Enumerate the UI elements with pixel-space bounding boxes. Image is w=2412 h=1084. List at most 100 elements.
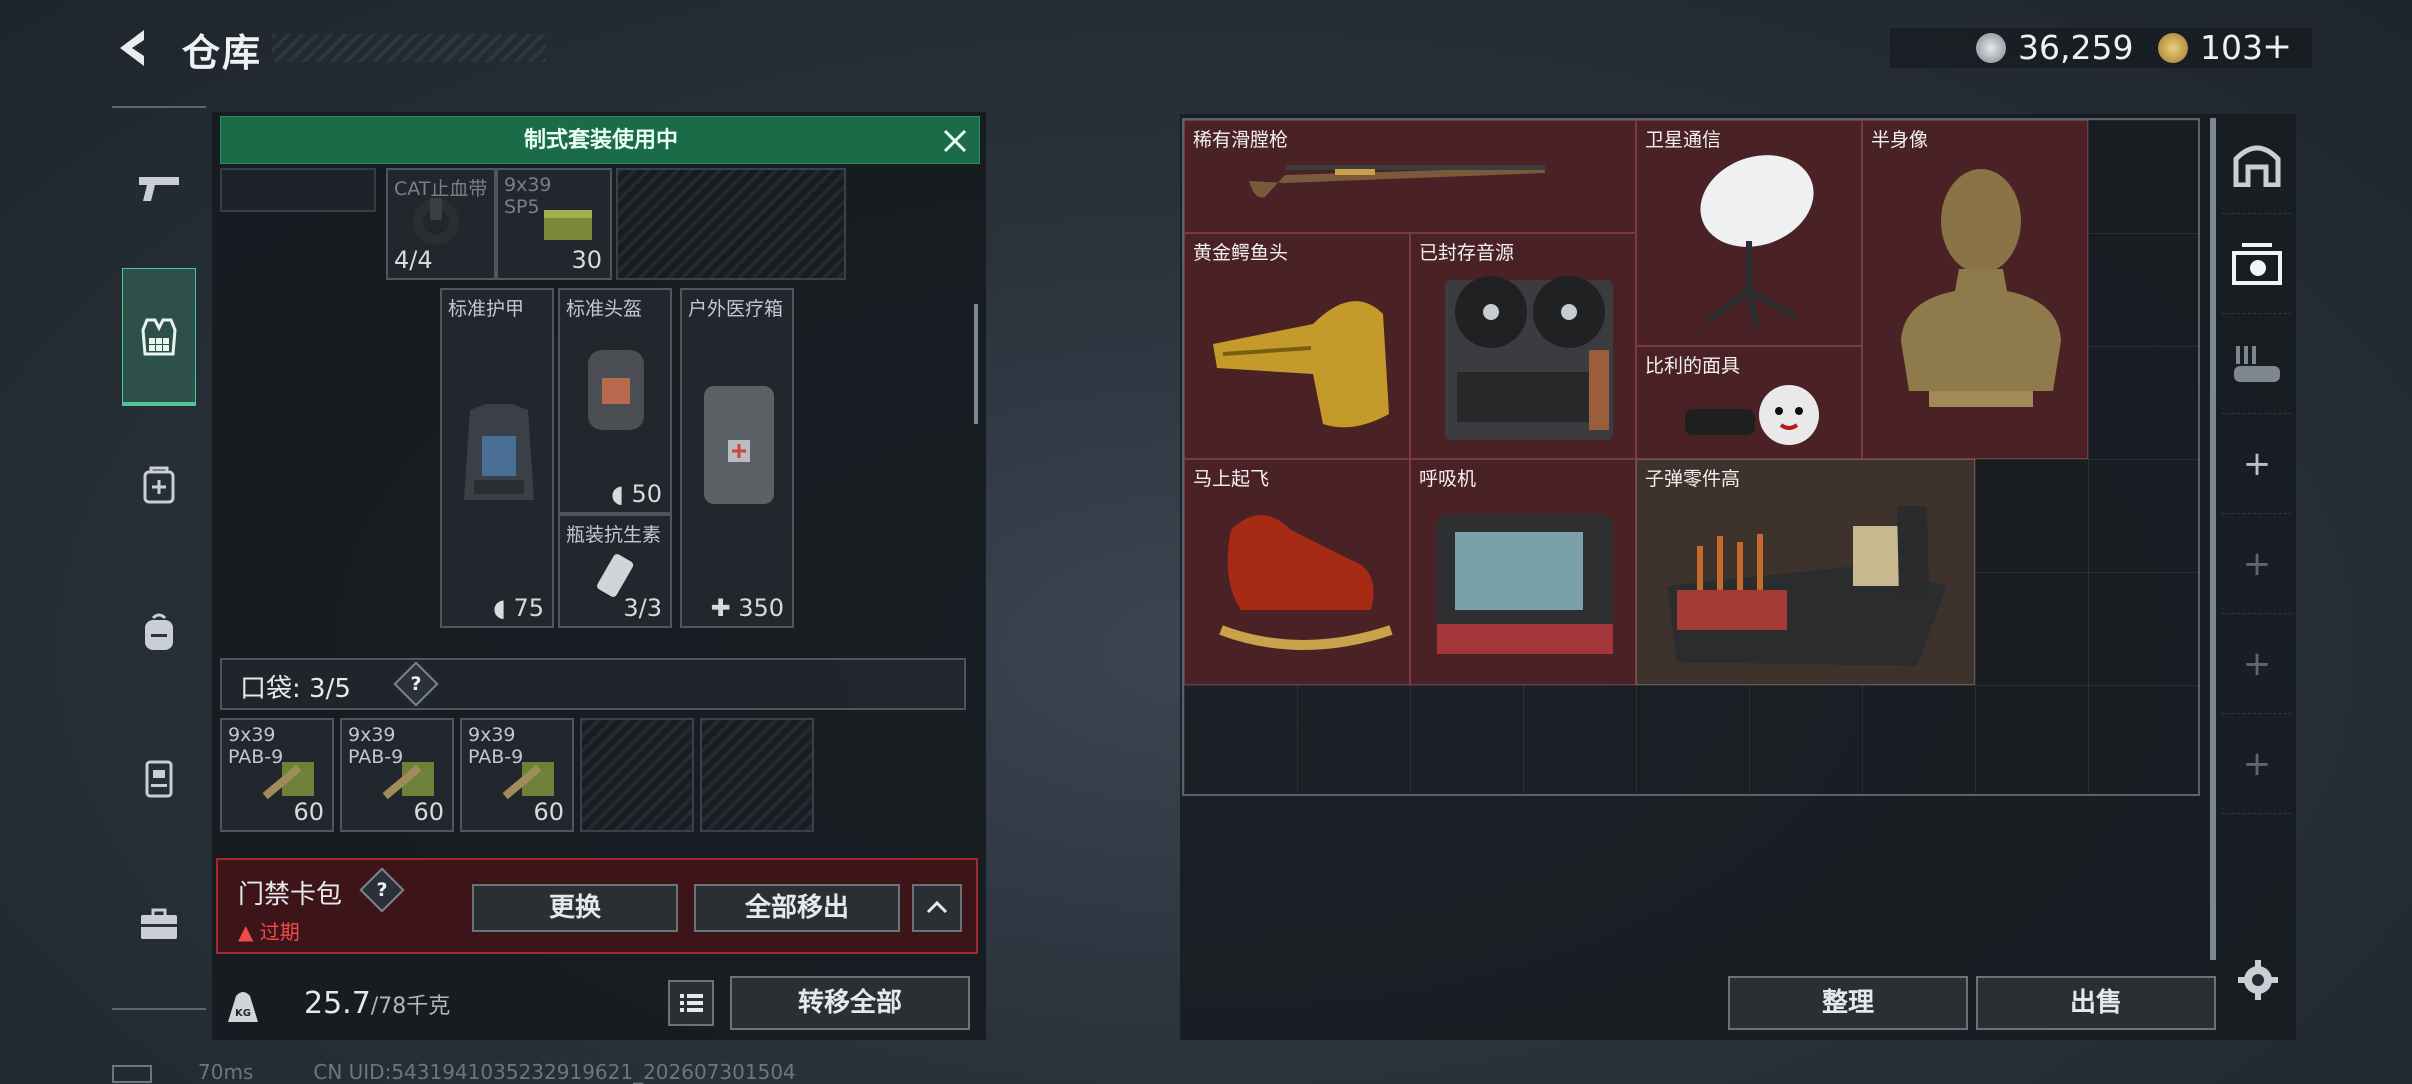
tab-stash-main[interactable] — [2222, 114, 2292, 214]
slot-label: 9x39 — [348, 724, 396, 746]
partial-slot[interactable] — [220, 168, 376, 212]
stash-item[interactable]: 半身像 — [1862, 120, 2088, 459]
nav-weapons[interactable] — [122, 148, 196, 228]
armor-vest-icon — [464, 404, 534, 500]
slot-value: 3/3 — [623, 594, 662, 622]
weight-readout: 25.7/78千克 — [304, 986, 450, 1021]
tab-add-3[interactable]: + — [2222, 614, 2292, 714]
gear-slot-tourniquet[interactable]: CAT止血带 4/4 — [386, 168, 496, 280]
expand-button[interactable] — [912, 884, 962, 932]
sort-button[interactable]: 整理 — [1728, 976, 1968, 1030]
pocket-item-ammo[interactable]: 9x39 PAB-9 60 — [340, 718, 454, 832]
tab-add-4[interactable]: + — [2222, 714, 2292, 814]
helmet-value: 50 — [631, 480, 662, 508]
pocket-item-ammo[interactable]: 9x39 PAB-9 60 — [460, 718, 574, 832]
backpack-icon — [145, 613, 173, 650]
keycard-pack-panel: 门禁卡包 ? ▲ 过期 更换 全部移出 — [216, 858, 978, 954]
back-arrow-icon[interactable] — [112, 26, 156, 70]
satellite-dish-icon — [1700, 155, 1814, 328]
ventilator-icon — [1437, 514, 1613, 654]
gear-icon[interactable] — [2236, 958, 2280, 1002]
item-name: 马上起飞 — [1193, 468, 1270, 490]
empty-slot[interactable] — [616, 168, 846, 280]
stash-item[interactable]: 马上起飞 — [1184, 459, 1410, 685]
list-icon — [680, 994, 703, 1012]
stash-item[interactable]: 黄金鳄鱼头 — [1184, 233, 1410, 459]
slot-value: 4/4 — [394, 246, 433, 274]
battery-icon — [112, 1064, 152, 1083]
slot-value: 60 — [293, 798, 324, 826]
list-view-button[interactable] — [668, 980, 714, 1026]
gear-slot-helmet[interactable]: 标准头盔 ◖ 50 — [558, 288, 672, 514]
tab-add-2[interactable]: + — [2222, 514, 2292, 614]
slot-value: 60 — [413, 798, 444, 826]
left-category-nav — [112, 106, 206, 1010]
rocking-horse-icon — [1219, 515, 1393, 650]
gear-slot-antibiotics[interactable]: 瓶装抗生素 3/3 — [558, 514, 672, 628]
plus-icon: + — [2242, 743, 2272, 784]
plus-icon: + — [2242, 643, 2272, 684]
tourniquet-icon — [413, 198, 459, 245]
nav-medical[interactable] — [122, 444, 196, 524]
slot-value: ◖ 75 — [493, 594, 544, 622]
sell-button[interactable]: 出售 — [1976, 976, 2216, 1030]
stash-item[interactable]: 卫星通信 — [1636, 120, 1862, 346]
slot-label: 瓶装抗生素 — [566, 524, 662, 546]
chevron-up-icon — [926, 900, 948, 914]
pistol-icon — [139, 177, 179, 201]
stash-scrollbar[interactable] — [2210, 118, 2216, 960]
status-bar: 70ms CN UID:5431941035232919621_202607301… — [112, 1060, 796, 1084]
tab-vehicles[interactable] — [2222, 314, 2292, 414]
stash-item[interactable]: 子弹零件高 — [1636, 459, 1975, 685]
close-icon[interactable] — [939, 125, 971, 157]
nav-gear[interactable] — [122, 268, 196, 406]
vest-icon — [141, 318, 177, 355]
slot-sub-label: SP5 — [504, 196, 540, 218]
slot-label: 标准护甲 — [448, 298, 525, 320]
slot-value: ✚ 350 — [710, 594, 784, 622]
loadout-scrollbar[interactable] — [974, 304, 978, 424]
slot-label: 9x39 — [468, 724, 516, 746]
remove-all-button[interactable]: 全部移出 — [694, 884, 900, 932]
stash-item[interactable]: 呼吸机 — [1410, 459, 1636, 685]
pocket-help-button[interactable]: ? — [393, 661, 439, 707]
nav-toolbox[interactable] — [122, 884, 196, 964]
banner-text: 制式套装使用中 — [523, 128, 678, 153]
tab-collectibles[interactable] — [2222, 214, 2292, 314]
vault-icon — [2233, 145, 2281, 187]
keycard-help-button[interactable]: ? — [359, 867, 405, 913]
pocket-count: 3/5 — [309, 674, 351, 704]
currency-gold-value: 103 — [2200, 28, 2263, 67]
help-glyph: ? — [376, 879, 388, 901]
stash-grid: 稀有滑膛枪 卫星通信 半身像 黄金鳄鱼头 已封存音源 比利的面具 马上起飞 呼吸… — [1182, 118, 2200, 796]
stash-item[interactable]: 比利的面具 — [1636, 346, 1862, 459]
puppet-doll-icon — [1685, 385, 1819, 445]
medkit-value: 350 — [738, 594, 784, 622]
stash-item[interactable]: 已封存音源 — [1410, 233, 1636, 459]
plus-icon: + — [2242, 443, 2272, 484]
svg-text:KG: KG — [235, 1008, 251, 1019]
stash-item[interactable]: 稀有滑膛枪 — [1184, 120, 1636, 233]
pocket-empty-slot[interactable] — [700, 718, 814, 832]
tab-add-1[interactable]: + — [2222, 414, 2292, 514]
slot-value: 30 — [571, 246, 602, 274]
bust-statue-icon — [1901, 169, 2061, 407]
currency-silver-value: 36,259 — [2018, 28, 2134, 67]
gear-slot-armor[interactable]: 标准护甲 ◖ 75 — [440, 288, 554, 628]
slot-label: 标准头盔 — [566, 298, 643, 320]
nav-container[interactable] — [122, 738, 196, 818]
gear-slot-ammo-sp5[interactable]: 9x39 SP5 30 — [496, 168, 612, 280]
ammo-box-icon — [544, 210, 592, 240]
nav-backpack[interactable] — [122, 592, 196, 672]
stash-tab-nav: + + + + — [2222, 114, 2292, 974]
add-currency-button[interactable]: + — [2262, 26, 2292, 67]
musket-icon — [1249, 165, 1545, 198]
gear-slot-medkit[interactable]: 户外医疗箱 ✚ 350 — [680, 288, 794, 628]
uid-text: CN UID:5431941035232919621_202607301504 — [313, 1060, 796, 1084]
replace-button[interactable]: 更换 — [472, 884, 678, 932]
weight-kg-icon: KG — [228, 992, 258, 1022]
transfer-all-button[interactable]: 转移全部 — [730, 976, 970, 1030]
pocket-empty-slot[interactable] — [580, 718, 694, 832]
pocket-item-ammo[interactable]: 9x39 PAB-9 60 — [220, 718, 334, 832]
currency-bar: 36,259 103 + — [1890, 26, 2312, 68]
